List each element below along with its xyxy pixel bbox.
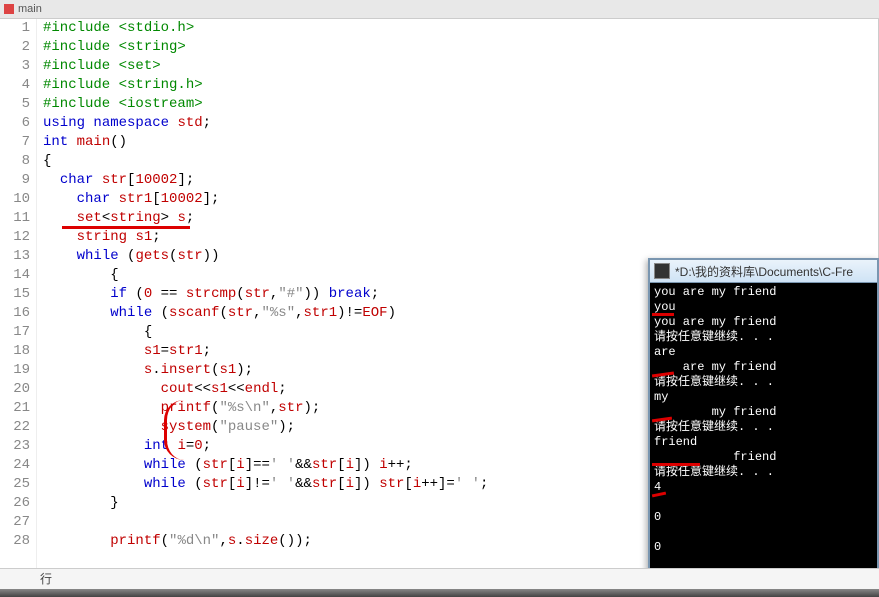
tab-title[interactable]: main: [18, 3, 42, 15]
console-window[interactable]: *D:\我的资料库\Documents\C-Fre you are my fri…: [648, 258, 879, 592]
line-number: 4: [0, 76, 30, 95]
line-number: 15: [0, 285, 30, 304]
console-line: 请按任意键继续. . .: [654, 330, 873, 345]
code-line[interactable]: #include <string>: [43, 38, 878, 57]
console-line: friend: [654, 450, 873, 465]
console-line: you are my friend: [654, 285, 873, 300]
line-number: 18: [0, 342, 30, 361]
line-number: 11: [0, 209, 30, 228]
console-line: friend: [654, 435, 873, 450]
console-line: [654, 525, 873, 540]
line-number: 27: [0, 513, 30, 532]
console-line: are: [654, 345, 873, 360]
file-icon: [4, 4, 14, 14]
console-line: 请按任意键继续. . .: [654, 465, 873, 480]
line-number: 24: [0, 456, 30, 475]
line-number: 19: [0, 361, 30, 380]
line-number: 28: [0, 532, 30, 551]
bottom-strip: [0, 589, 879, 597]
console-line: 0: [654, 540, 873, 555]
code-line[interactable]: char str[10002];: [43, 171, 878, 190]
line-number: 26: [0, 494, 30, 513]
code-line[interactable]: #include <iostream>: [43, 95, 878, 114]
console-titlebar[interactable]: *D:\我的资料库\Documents\C-Fre: [650, 260, 877, 283]
line-number: 21: [0, 399, 30, 418]
console-line: 4: [654, 480, 873, 495]
code-line[interactable]: #include <set>: [43, 57, 878, 76]
console-line: [654, 495, 873, 510]
line-number: 7: [0, 133, 30, 152]
line-number-gutter: 1234567891011121314151617181920212223242…: [0, 19, 37, 569]
line-number: 23: [0, 437, 30, 456]
console-icon: [654, 263, 670, 279]
console-line: 0: [654, 510, 873, 525]
console-title-text: *D:\我的资料库\Documents\C-Fre: [675, 263, 853, 280]
code-line[interactable]: set<string> s;: [43, 209, 878, 228]
code-line[interactable]: string s1;: [43, 228, 878, 247]
console-line: my friend: [654, 405, 873, 420]
status-bar: 行: [0, 568, 879, 589]
line-number: 22: [0, 418, 30, 437]
code-line[interactable]: using namespace std;: [43, 114, 878, 133]
line-number: 17: [0, 323, 30, 342]
line-number: 3: [0, 57, 30, 76]
console-line: you: [654, 300, 873, 315]
line-number: 12: [0, 228, 30, 247]
line-number: 14: [0, 266, 30, 285]
console-output: you are my friendyouyou are my friend请按任…: [650, 283, 877, 587]
code-line[interactable]: #include <string.h>: [43, 76, 878, 95]
line-number: 10: [0, 190, 30, 209]
console-line: my: [654, 390, 873, 405]
line-number: 20: [0, 380, 30, 399]
tab-bar: main: [0, 0, 879, 19]
code-line[interactable]: {: [43, 152, 878, 171]
console-line: you are my friend: [654, 315, 873, 330]
code-line[interactable]: #include <stdio.h>: [43, 19, 878, 38]
line-number: 16: [0, 304, 30, 323]
line-number: 5: [0, 95, 30, 114]
line-number: 8: [0, 152, 30, 171]
code-line[interactable]: int main(): [43, 133, 878, 152]
console-line: are my friend: [654, 360, 873, 375]
line-number: 2: [0, 38, 30, 57]
console-line: 请按任意键继续. . .: [654, 375, 873, 390]
console-line: 请按任意键继续. . .: [654, 420, 873, 435]
line-number: 1: [0, 19, 30, 38]
code-line[interactable]: char str1[10002];: [43, 190, 878, 209]
status-text: 行: [40, 572, 52, 586]
line-number: 6: [0, 114, 30, 133]
line-number: 13: [0, 247, 30, 266]
line-number: 25: [0, 475, 30, 494]
line-number: 9: [0, 171, 30, 190]
